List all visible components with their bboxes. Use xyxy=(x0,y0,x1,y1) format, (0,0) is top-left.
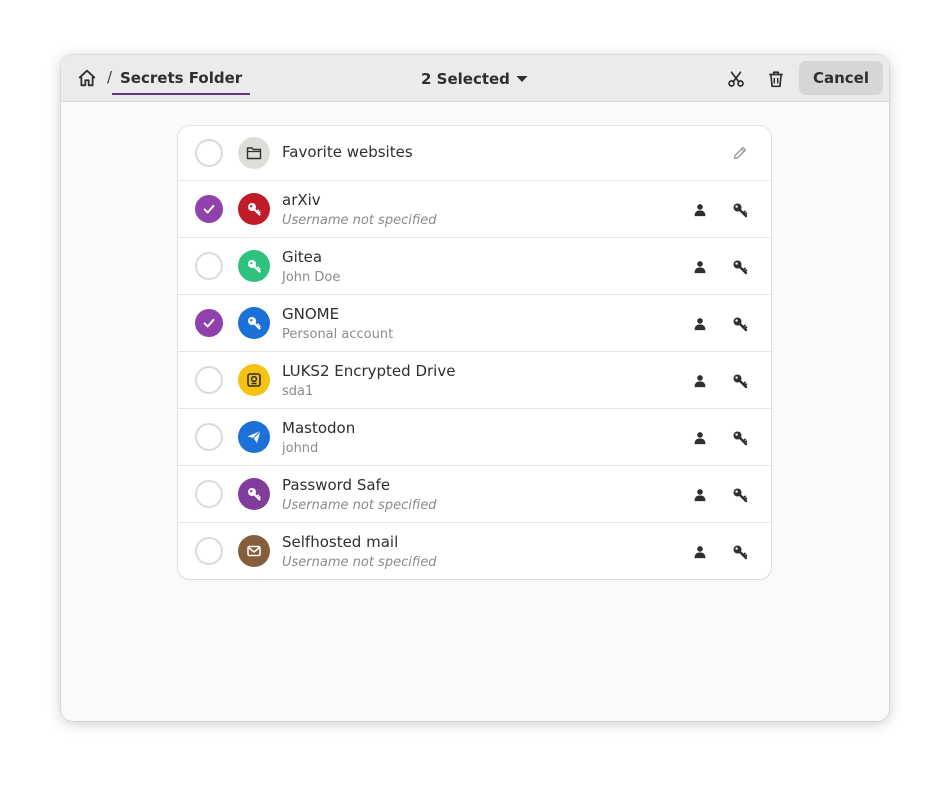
key-icon xyxy=(733,488,748,503)
key-icon xyxy=(248,203,261,216)
item-checkbox[interactable] xyxy=(195,252,223,280)
item-checkbox[interactable] xyxy=(195,537,223,565)
copy-password-button[interactable] xyxy=(728,369,752,393)
copy-username-button[interactable] xyxy=(688,369,712,393)
item-title: Mastodon xyxy=(282,419,356,437)
list-item[interactable]: Password Safe Username not specified xyxy=(178,465,771,522)
key-icon xyxy=(248,317,261,330)
header-bar: / Secrets Folder 2 Selected Cancel xyxy=(61,55,889,102)
folder-icon xyxy=(246,147,262,160)
item-subtitle: johnd xyxy=(282,441,319,456)
person-icon xyxy=(694,261,706,274)
item-title: Gitea xyxy=(282,248,323,266)
key-icon xyxy=(733,374,748,389)
cancel-button[interactable]: Cancel xyxy=(799,61,883,95)
folder-row[interactable]: Favorite websites xyxy=(178,126,771,180)
list-item[interactable]: GNOME Personal account xyxy=(178,294,771,351)
rename-folder-button[interactable] xyxy=(728,141,752,165)
list-item[interactable]: Selfhosted mail Username not specified xyxy=(178,522,771,579)
item-avatar xyxy=(238,364,270,396)
folder-title: Favorite websites xyxy=(282,143,413,161)
copy-password-button[interactable] xyxy=(728,426,752,450)
chevron-down-icon xyxy=(516,76,528,82)
item-checkbox[interactable] xyxy=(195,366,223,394)
item-subtitle: Username not specified xyxy=(282,498,437,513)
key-icon xyxy=(733,431,748,446)
item-avatar xyxy=(238,478,270,510)
copy-username-button[interactable] xyxy=(688,426,712,450)
item-title: LUKS2 Encrypted Drive xyxy=(282,362,456,380)
copy-password-button[interactable] xyxy=(728,255,752,279)
list-item[interactable]: Mastodon johnd xyxy=(178,408,771,465)
item-subtitle: Username not specified xyxy=(282,555,437,570)
item-avatar xyxy=(238,307,270,339)
home-icon xyxy=(78,69,96,87)
delete-button[interactable] xyxy=(763,66,789,92)
app-window: / Secrets Folder 2 Selected Cancel Favor… xyxy=(61,55,889,721)
copy-username-button[interactable] xyxy=(688,540,712,564)
person-icon xyxy=(694,204,706,217)
item-avatar xyxy=(238,421,270,453)
item-subtitle: John Doe xyxy=(282,270,341,285)
key-icon xyxy=(733,203,748,218)
copy-password-button[interactable] xyxy=(728,312,752,336)
person-icon xyxy=(694,375,706,388)
mail-icon xyxy=(247,545,261,557)
item-title: Password Safe xyxy=(282,476,391,494)
folder-avatar xyxy=(238,137,270,169)
list-item[interactable]: arXiv Username not specified xyxy=(178,180,771,237)
person-icon xyxy=(694,318,706,331)
key-icon xyxy=(248,488,261,501)
item-avatar xyxy=(238,250,270,282)
key-icon xyxy=(733,317,748,332)
item-title: GNOME xyxy=(282,305,340,323)
copy-username-button[interactable] xyxy=(688,255,712,279)
checkmark-icon xyxy=(203,318,215,328)
cut-button[interactable] xyxy=(723,66,749,92)
send-icon xyxy=(247,430,261,443)
selection-count-label: 2 Selected xyxy=(421,70,510,88)
lock-icon xyxy=(247,373,261,387)
item-subtitle: Personal account xyxy=(282,327,394,342)
checkmark-icon xyxy=(203,204,215,214)
copy-password-button[interactable] xyxy=(728,198,752,222)
item-checkbox[interactable] xyxy=(195,480,223,508)
pencil-icon xyxy=(733,146,747,160)
copy-password-button[interactable] xyxy=(728,483,752,507)
copy-password-button[interactable] xyxy=(728,540,752,564)
list-item[interactable]: LUKS2 Encrypted Drive sda1 xyxy=(178,351,771,408)
key-icon xyxy=(733,545,748,560)
item-checkbox[interactable] xyxy=(195,423,223,451)
key-icon xyxy=(733,260,748,275)
trash-icon xyxy=(769,71,783,88)
folder-row-checkbox[interactable] xyxy=(195,139,223,167)
item-checkbox[interactable] xyxy=(195,309,223,337)
item-title: arXiv xyxy=(282,191,321,209)
person-icon xyxy=(694,432,706,445)
item-title: Selfhosted mail xyxy=(282,533,399,551)
item-avatar xyxy=(238,193,270,225)
key-icon xyxy=(248,260,261,273)
list-item[interactable]: Gitea John Doe xyxy=(178,237,771,294)
person-icon xyxy=(694,546,706,559)
copy-username-button[interactable] xyxy=(688,198,712,222)
selection-menu-button[interactable]: 2 Selected xyxy=(421,67,528,91)
scissors-icon xyxy=(728,71,744,87)
breadcrumb-current-folder[interactable]: Secrets Folder xyxy=(112,67,251,95)
item-checkbox[interactable] xyxy=(195,195,223,223)
item-subtitle: Username not specified xyxy=(282,213,437,228)
copy-username-button[interactable] xyxy=(688,312,712,336)
items-list: Favorite websites arXiv Username not spe… xyxy=(178,126,771,579)
item-avatar xyxy=(238,535,270,567)
item-subtitle: sda1 xyxy=(282,384,314,399)
home-button[interactable] xyxy=(77,68,97,88)
person-icon xyxy=(694,489,706,502)
copy-username-button[interactable] xyxy=(688,483,712,507)
